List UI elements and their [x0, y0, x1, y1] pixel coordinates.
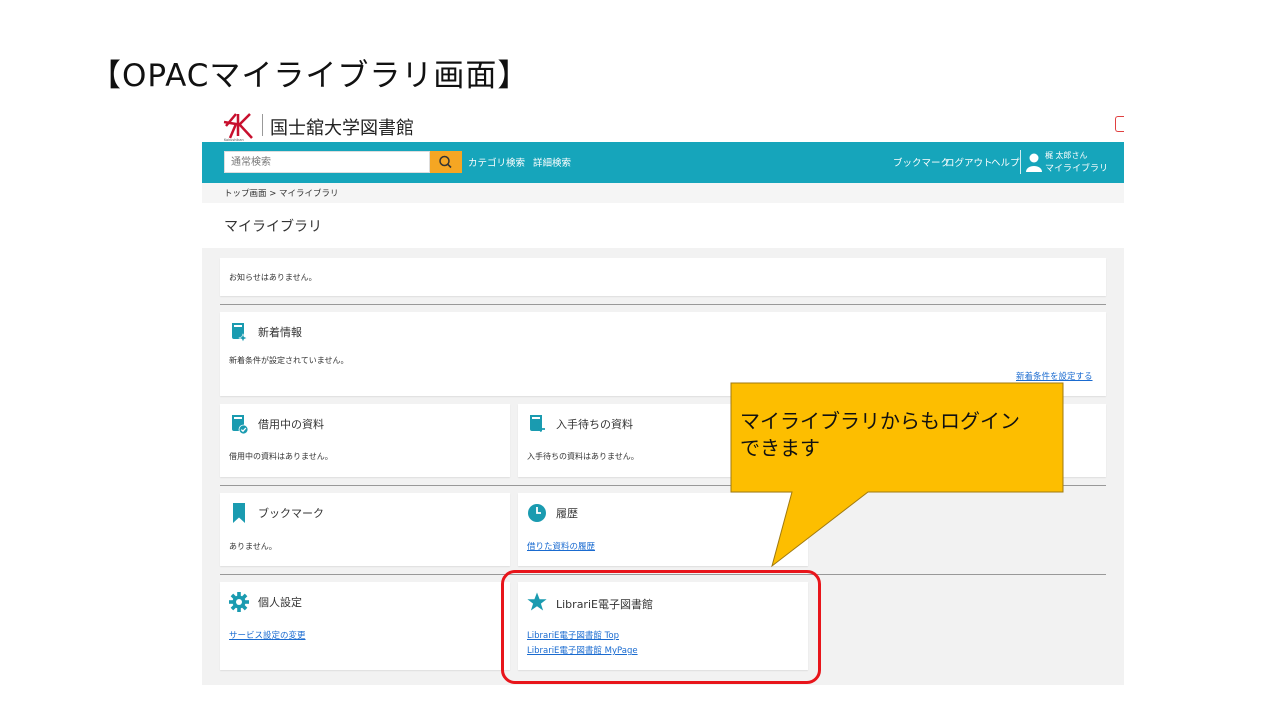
breadcrumb: トップ画面 > マイライブラリ: [202, 183, 1124, 203]
notice-panel: お知らせはありません。: [220, 258, 1106, 296]
book-check-icon: [232, 415, 249, 435]
category-search-link[interactable]: カテゴリ検索: [468, 155, 525, 169]
gear-icon: [229, 592, 249, 612]
borrowed-history-link[interactable]: 借りた資料の履歴: [527, 540, 595, 552]
university-logo-icon[interactable]: Kokushikan: [222, 110, 256, 142]
search-input[interactable]: [224, 151, 430, 173]
site-header: Kokushikan 国士舘大学図書館: [202, 108, 1124, 142]
bookmarks-text: ありません。: [229, 542, 277, 551]
librarie-highlight-box: [501, 570, 821, 684]
bookmarks-panel: ブックマーク ありません。: [220, 493, 510, 566]
user-divider: [1020, 150, 1021, 174]
page-header: マイライブラリ: [202, 203, 1124, 248]
borrowing-panel: 借用中の資料 借用中の資料はありません。: [220, 404, 510, 477]
callout-line-2: できます: [740, 436, 820, 460]
help-link[interactable]: ヘルプ: [991, 155, 1020, 169]
bookmarks-title: ブックマーク: [258, 507, 324, 520]
bookmark-icon: [233, 503, 245, 523]
search-button[interactable]: [430, 151, 462, 173]
callout-line-1: マイライブラリからもログイン: [740, 409, 1020, 433]
history-title: 履歴: [556, 507, 578, 520]
awaiting-title: 入手待ちの資料: [556, 418, 633, 431]
my-library-link[interactable]: マイライブラリ: [1045, 161, 1108, 174]
user-icon[interactable]: [1026, 152, 1042, 172]
borrowing-title: 借用中の資料: [258, 418, 324, 431]
new-book-icon: [232, 323, 248, 343]
user-name: 梶 太郎さん: [1045, 151, 1088, 160]
section-divider: [220, 304, 1106, 305]
search-icon: [439, 155, 452, 169]
slide-title: 【OPACマイライブラリ画面】: [90, 58, 530, 94]
bookmark-link[interactable]: ブックマーク: [893, 155, 950, 169]
history-panel: 履歴 借りた資料の履歴: [518, 493, 808, 566]
new-info-title: 新着情報: [258, 326, 302, 339]
settings-panel: 個人設定 サービス設定の変更: [220, 582, 510, 670]
notice-text: お知らせはありません。: [229, 273, 317, 282]
new-info-text: 新着条件が設定されていません。: [229, 356, 349, 365]
advanced-search-link[interactable]: 詳細検索: [533, 155, 571, 169]
service-settings-link[interactable]: サービス設定の変更: [229, 629, 306, 641]
external-link-icon[interactable]: [1115, 116, 1124, 132]
book-arrow-icon: [530, 415, 545, 433]
library-name: 国士舘大学図書館: [270, 118, 414, 139]
clock-icon: [528, 504, 546, 522]
logout-link[interactable]: ログアウト: [945, 155, 993, 169]
borrowing-text: 借用中の資料はありません。: [229, 452, 333, 461]
callout-text: マイライブラリからもログイン できます: [740, 408, 1060, 462]
breadcrumb-text[interactable]: トップ画面 > マイライブラリ: [224, 187, 339, 199]
settings-title: 個人設定: [258, 596, 302, 609]
navigation-bar: カテゴリ検索 詳細検索 ブックマーク ログアウト ヘルプ 梶 太郎さん マイライ…: [202, 142, 1124, 183]
section-divider: [220, 485, 1106, 486]
set-new-arrivals-link[interactable]: 新着条件を設定する: [1016, 370, 1093, 382]
logo-divider: [262, 114, 263, 136]
page-title: マイライブラリ: [224, 219, 322, 235]
awaiting-text: 入手待ちの資料はありません。: [527, 452, 639, 461]
new-info-panel: 新着情報 新着条件が設定されていません。 新着条件を設定する: [220, 312, 1106, 396]
